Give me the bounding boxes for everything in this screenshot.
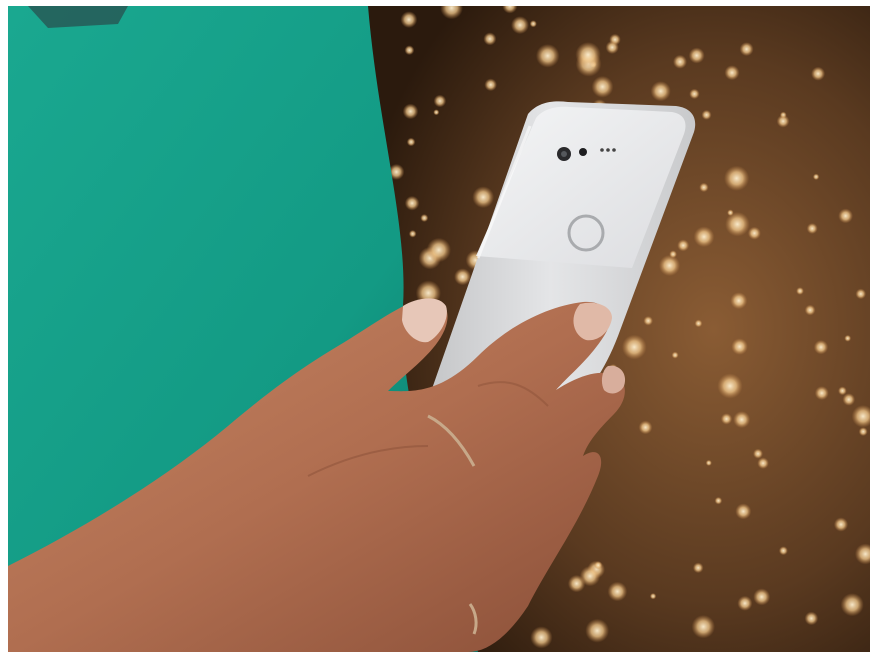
bokeh-light: [607, 581, 628, 602]
bokeh-light: [737, 595, 753, 611]
mic-dot: [600, 148, 604, 152]
bokeh-light: [433, 94, 447, 108]
bokeh-light: [420, 214, 429, 222]
bokeh-light: [720, 413, 733, 425]
bokeh-light: [671, 351, 679, 359]
bokeh-light: [844, 334, 852, 342]
mic-dot: [612, 148, 616, 152]
bokeh-light: [529, 20, 537, 28]
bokeh-light: [404, 45, 415, 56]
bokeh-light: [739, 42, 754, 57]
bokeh-light: [796, 287, 804, 295]
bokeh-light: [714, 496, 723, 505]
bokeh-light: [753, 588, 771, 606]
bokeh-light: [650, 81, 671, 102]
bokeh-light: [814, 386, 829, 401]
mic-dot: [606, 148, 610, 152]
bokeh-light: [813, 340, 829, 355]
bokeh-light: [677, 239, 690, 252]
bokeh-light: [693, 226, 715, 248]
bokeh-light: [727, 209, 734, 216]
photo-scene: [8, 6, 870, 652]
bokeh-light: [804, 611, 819, 626]
bokeh-light: [778, 546, 788, 556]
bokeh-light: [730, 292, 748, 310]
bokeh-light: [689, 88, 700, 100]
bokeh-light: [406, 137, 416, 147]
bokeh-light: [691, 615, 715, 639]
bokeh-light: [591, 75, 614, 98]
bokeh-light: [705, 459, 712, 466]
bokeh-light: [842, 393, 856, 406]
bokeh-light: [735, 503, 752, 520]
bokeh-light: [426, 237, 451, 263]
bokeh-light: [530, 626, 553, 649]
bokeh-light: [594, 561, 603, 570]
bokeh-light: [400, 11, 418, 28]
bokeh-light: [699, 182, 709, 193]
bokeh-light: [838, 386, 847, 396]
bokeh-light: [747, 226, 761, 240]
bokeh-light: [483, 32, 497, 46]
bokeh-light: [724, 65, 740, 81]
bokeh-light: [658, 254, 681, 277]
flash-icon: [579, 148, 587, 156]
bokeh-light: [643, 316, 653, 326]
bokeh-light: [511, 16, 529, 35]
bokeh-light: [649, 593, 657, 600]
bokeh-light: [688, 47, 705, 64]
bokeh-light: [605, 40, 619, 55]
bokeh-light: [402, 103, 419, 120]
bokeh-light: [408, 230, 417, 238]
bokeh-light: [484, 78, 498, 92]
bokeh-light: [669, 250, 677, 259]
bokeh-light: [838, 208, 853, 224]
bokeh-light: [575, 42, 601, 68]
bokeh-light: [694, 319, 703, 328]
bokeh-light: [724, 165, 750, 191]
bokeh-light: [806, 223, 818, 234]
bokeh-light: [855, 288, 867, 300]
bokeh-light: [472, 186, 495, 209]
bokeh-light: [753, 448, 763, 459]
bokeh-light: [673, 54, 687, 69]
bokeh-light: [757, 457, 769, 470]
bokeh-light: [725, 211, 750, 237]
bokeh-light: [840, 593, 864, 617]
bokeh-light: [621, 334, 647, 360]
bokeh-light: [567, 574, 586, 593]
bokeh-light: [731, 338, 748, 355]
camera-lens-inner: [561, 151, 567, 157]
bokeh-light: [454, 268, 472, 286]
bokeh-light: [833, 517, 849, 532]
bokeh-light: [692, 562, 704, 574]
bokeh-light: [404, 195, 420, 211]
bokeh-light: [585, 618, 610, 643]
bokeh-light: [535, 44, 560, 68]
bokeh-light: [858, 427, 868, 437]
bokeh-light: [717, 373, 743, 399]
bokeh-light: [804, 304, 816, 316]
bokeh-light: [701, 109, 712, 120]
bokeh-light: [776, 114, 790, 128]
bokeh-light: [638, 420, 653, 435]
bokeh-light: [433, 109, 440, 116]
bokeh-light: [733, 411, 751, 429]
bokeh-light: [812, 173, 820, 180]
bokeh-light: [811, 66, 826, 81]
photo: [8, 6, 870, 652]
